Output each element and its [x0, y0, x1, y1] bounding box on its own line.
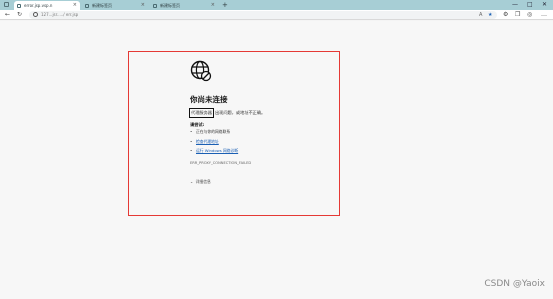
- chevron-down-icon: ⌄: [190, 179, 194, 184]
- maximize-button[interactable]: □: [527, 0, 533, 10]
- favorite-star-icon[interactable]: ★: [488, 11, 492, 19]
- tab-title: error.jsp.vsp.n: [24, 3, 53, 8]
- more-icon[interactable]: …: [541, 10, 547, 20]
- tab-1[interactable]: error.jsp.vsp.n ×: [14, 1, 80, 10]
- details-label: 详细信息: [195, 179, 211, 184]
- error-code: ERR_PROXY_CONNECTION_FAILED: [190, 161, 252, 165]
- refresh-icon[interactable]: ↻: [17, 10, 22, 20]
- page-favicon-icon: [17, 3, 21, 8]
- tab-3[interactable]: 新建标签页 ×: [150, 1, 218, 10]
- profile-icon[interactable]: ◎: [527, 10, 532, 20]
- suggestion-list: • 正在与你的网络联系 • 检查代理地址 • 运行 Windows 网络诊断: [190, 130, 238, 159]
- new-tab-button[interactable]: +: [222, 0, 228, 10]
- collections-icon[interactable]: ❐: [515, 10, 520, 20]
- tab-close-icon[interactable]: ×: [141, 2, 145, 8]
- reason-text: 出现问题，或地址不正确。: [214, 110, 266, 115]
- globe-offline-icon: [190, 60, 212, 82]
- back-icon[interactable]: ←: [5, 10, 10, 20]
- close-window-button[interactable]: ✕: [542, 0, 547, 10]
- browser-toolbar: ← ↻ 127...jsr...../ err.jsp A ★ ⚙ ❐ ◎ …: [0, 10, 553, 20]
- tab-title: 新建标签页: [160, 2, 180, 8]
- error-page: 你尚未连接 代理服务器 出现问题，或地址不正确。 请尝试: • 正在与你的网络联系…: [0, 21, 553, 299]
- tab-close-icon[interactable]: ×: [211, 2, 215, 8]
- address-bar[interactable]: 127...jsr...../ err.jsp A ★: [29, 11, 497, 19]
- minimize-button[interactable]: —: [512, 0, 518, 10]
- list-item[interactable]: • 运行 Windows 网络诊断: [190, 149, 238, 159]
- try-label: 请尝试:: [190, 122, 205, 127]
- tab-strip: error.jsp.vsp.n × 新建标签页 × 新建标签页 × + — □ …: [0, 0, 553, 10]
- watermark: CSDN @Yaoix: [484, 279, 545, 289]
- page-title: 你尚未连接: [190, 95, 228, 104]
- network-diagnostics-link[interactable]: 运行 Windows 网络诊断: [196, 149, 238, 159]
- extensions-icon[interactable]: ⚙: [503, 10, 508, 20]
- details-toggle[interactable]: ⌄ 详细信息: [190, 179, 211, 185]
- read-aloud-icon[interactable]: A: [479, 11, 482, 19]
- info-icon[interactable]: [33, 12, 38, 17]
- proxy-server-text: 代理服务器: [189, 108, 214, 118]
- tab-title: 新建标签页: [92, 2, 112, 8]
- page-favicon-icon: [85, 3, 89, 8]
- page-favicon-icon: [153, 3, 157, 8]
- tab-2[interactable]: 新建标签页 ×: [82, 1, 148, 10]
- tab-close-icon[interactable]: ×: [73, 2, 77, 8]
- address-url[interactable]: 127...jsr...../ err.jsp: [41, 11, 78, 19]
- error-reason: 代理服务器 出现问题，或地址不正确。: [189, 108, 265, 118]
- tab-actions-icon[interactable]: [4, 2, 9, 7]
